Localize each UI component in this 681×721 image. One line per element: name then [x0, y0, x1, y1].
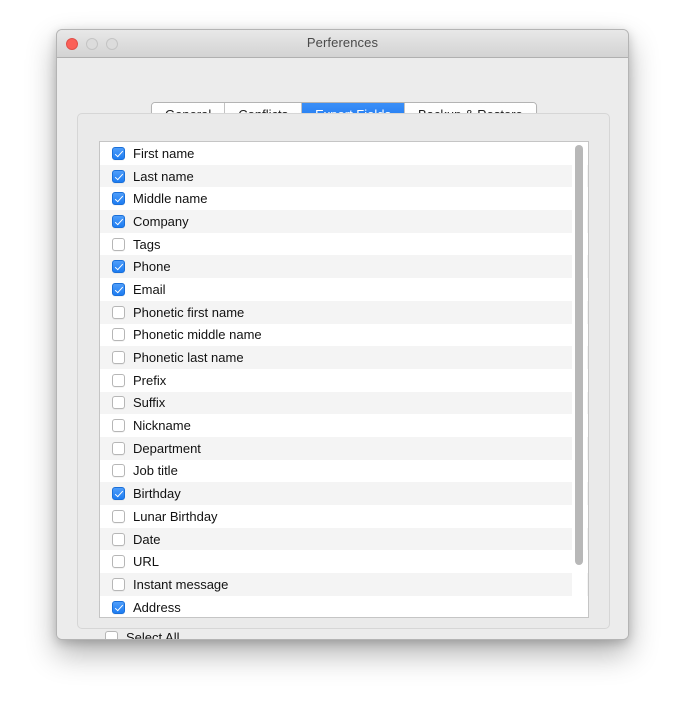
window-body: GeneralConflictsExport FieldsBackup & Re… [57, 58, 628, 640]
export-field-checkbox[interactable] [112, 555, 125, 568]
export-field-row[interactable]: Phonetic first name [100, 301, 588, 324]
select-all-checkbox[interactable] [105, 631, 118, 640]
vertical-scrollbar[interactable] [572, 143, 587, 616]
select-all-label: Select All [126, 630, 179, 640]
export-field-row[interactable]: Department [100, 437, 588, 460]
export-field-label: Suffix [133, 395, 165, 410]
export-field-checkbox[interactable] [112, 510, 125, 523]
scrollbar-thumb[interactable] [575, 145, 583, 565]
window-title: Perferences [57, 35, 628, 50]
export-fields-list[interactable]: First name Last name Middle name Company Tag… [99, 141, 589, 618]
export-field-row[interactable]: Middle name [100, 187, 588, 210]
export-field-row[interactable]: Nickname [100, 414, 588, 437]
export-field-checkbox[interactable] [112, 306, 125, 319]
export-field-row[interactable]: Company [100, 210, 588, 233]
export-field-label: Lunar Birthday [133, 509, 218, 524]
settings-panel: First name Last name Middle name Company Tag… [77, 113, 610, 629]
export-field-label: First name [133, 146, 194, 161]
export-field-checkbox[interactable] [112, 260, 125, 273]
export-field-label: Address [133, 600, 181, 615]
export-field-label: Job title [133, 463, 178, 478]
export-field-row[interactable]: Tags [100, 233, 588, 256]
export-field-checkbox[interactable] [112, 238, 125, 251]
export-field-label: Phonetic last name [133, 350, 244, 365]
export-field-label: Nickname [133, 418, 191, 433]
export-field-label: Phone [133, 259, 171, 274]
export-field-checkbox[interactable] [112, 283, 125, 296]
export-field-row[interactable]: Date [100, 528, 588, 551]
export-field-label: Company [133, 214, 189, 229]
export-field-checkbox[interactable] [112, 419, 125, 432]
export-field-row[interactable]: Phonetic middle name [100, 324, 588, 347]
export-field-checkbox[interactable] [112, 215, 125, 228]
export-field-row[interactable]: Phonetic last name [100, 346, 588, 369]
export-field-checkbox[interactable] [112, 601, 125, 614]
export-field-checkbox[interactable] [112, 464, 125, 477]
export-field-row[interactable]: Job title [100, 460, 588, 483]
export-field-label: Date [133, 532, 160, 547]
export-field-checkbox[interactable] [112, 533, 125, 546]
export-field-checkbox[interactable] [112, 442, 125, 455]
export-field-checkbox[interactable] [112, 578, 125, 591]
export-field-checkbox[interactable] [112, 147, 125, 160]
export-field-row[interactable]: URL [100, 550, 588, 573]
export-field-label: URL [133, 554, 159, 569]
export-field-row[interactable]: Prefix [100, 369, 588, 392]
export-field-checkbox[interactable] [112, 374, 125, 387]
export-field-label: Last name [133, 169, 194, 184]
export-fields-rows: First name Last name Middle name Company Tag… [100, 142, 588, 618]
export-field-checkbox[interactable] [112, 351, 125, 364]
export-field-row[interactable]: Last name [100, 165, 588, 188]
export-field-checkbox[interactable] [112, 170, 125, 183]
export-field-label: Tags [133, 237, 160, 252]
export-field-checkbox[interactable] [112, 328, 125, 341]
export-field-row[interactable]: First name [100, 142, 588, 165]
export-field-row[interactable]: Phone [100, 255, 588, 278]
export-field-row[interactable]: Lunar Birthday [100, 505, 588, 528]
export-field-label: Middle name [133, 191, 207, 206]
select-all-row[interactable]: Select All [105, 630, 179, 640]
export-field-row[interactable]: Address [100, 596, 588, 618]
preferences-window: Perferences GeneralConflictsExport Field… [56, 29, 629, 640]
export-field-label: Phonetic middle name [133, 327, 262, 342]
export-field-row[interactable]: Email [100, 278, 588, 301]
export-field-row[interactable]: Instant message [100, 573, 588, 596]
export-field-label: Instant message [133, 577, 228, 592]
export-field-checkbox[interactable] [112, 396, 125, 409]
export-field-label: Department [133, 441, 201, 456]
export-field-row[interactable]: Suffix [100, 392, 588, 415]
export-field-label: Prefix [133, 373, 166, 388]
export-field-label: Phonetic first name [133, 305, 244, 320]
export-field-label: Birthday [133, 486, 181, 501]
export-field-label: Email [133, 282, 166, 297]
export-field-row[interactable]: Birthday [100, 482, 588, 505]
export-field-checkbox[interactable] [112, 192, 125, 205]
title-bar[interactable]: Perferences [57, 30, 628, 58]
export-field-checkbox[interactable] [112, 487, 125, 500]
